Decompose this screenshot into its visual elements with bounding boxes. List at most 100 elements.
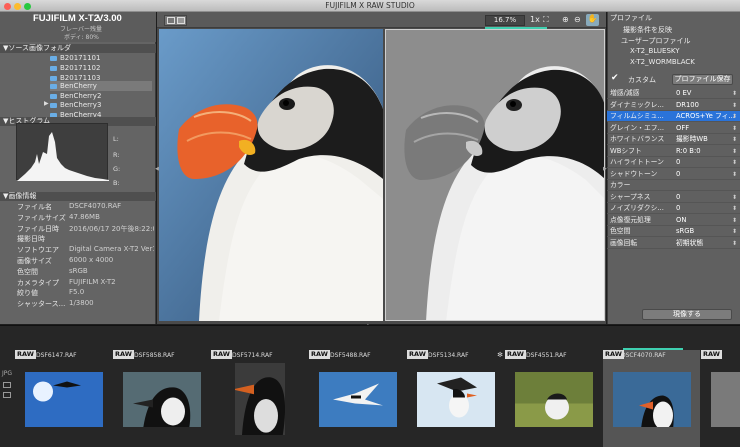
stepper-arrows-icon[interactable]: ⬍: [732, 146, 737, 157]
folder-item[interactable]: B20171101: [50, 53, 100, 63]
histogram: [16, 123, 109, 181]
window-title: FUJIFILM X RAW STUDIO: [325, 1, 415, 10]
info-value: 1/3800: [69, 299, 94, 308]
param-row[interactable]: シャドウトーン 0 ⬍: [607, 169, 740, 180]
param-value[interactable]: 0 ⬍: [676, 157, 740, 168]
param-value[interactable]: R:0 B:0 ⬍: [676, 146, 740, 157]
param-label: シャープネス: [610, 192, 651, 201]
stepper-arrows-icon[interactable]: ⬍: [732, 192, 737, 203]
param-row[interactable]: カラー: [607, 180, 740, 191]
stepper-arrows-icon[interactable]: ⬍: [732, 226, 737, 237]
left-panel-toggle[interactable]: ◀: [155, 166, 159, 172]
single-view-icon: [167, 17, 175, 24]
param-label: 点像復元処理: [610, 215, 651, 224]
param-value[interactable]: 0 ⬍: [676, 169, 740, 180]
param-value[interactable]: OFF ⬍: [676, 123, 740, 134]
info-value: FUJIFILM X-T2: [69, 277, 116, 286]
param-value-text: OFF: [676, 123, 690, 132]
zoom-in-icon[interactable]: ⊕: [562, 15, 569, 24]
info-value: 47.86MB: [69, 212, 100, 221]
param-label: WBシフト: [610, 146, 642, 155]
profile-item-bluesky[interactable]: X-T2_BLUESKY: [630, 47, 680, 55]
folder-item-selected[interactable]: BenCherry: [50, 81, 152, 91]
param-row[interactable]: ダイナミックレ... DR100 ⬍: [607, 100, 740, 111]
hand-tool-icon[interactable]: ✋: [586, 14, 599, 26]
source-folder-header[interactable]: ▼ソース画像フォルダ: [0, 44, 156, 53]
param-row[interactable]: ノイズリダクシ... 0 ⬍: [607, 203, 740, 214]
param-value-text: 撮影時WB: [676, 135, 708, 143]
image-info-header[interactable]: ▼画像情報: [0, 192, 156, 201]
stepper-arrows-icon[interactable]: ⬍: [732, 100, 737, 111]
filmstrip-thumbnail[interactable]: RAW _DSF5858.RAF: [113, 350, 210, 447]
actual-size-icon[interactable]: 1x: [530, 15, 540, 24]
stepper-arrows-icon[interactable]: ⬍: [732, 203, 737, 214]
filmstrip-thumbnail[interactable]: RAW _DSF5488.RAF: [309, 350, 406, 447]
thumbnail-filename: _DSF5134.RAF: [425, 352, 469, 359]
stepper-arrows-icon[interactable]: ⬍: [732, 215, 737, 226]
info-label: ファイルサイズ: [17, 213, 66, 222]
stepper-arrows-icon[interactable]: ⬍: [732, 123, 737, 134]
filmstrip-thumbnail[interactable]: RAW _DSF6147.RAF: [15, 350, 112, 447]
storage-icon[interactable]: [3, 392, 11, 398]
folder-item[interactable]: B20171102: [50, 63, 100, 73]
param-value[interactable]: 0 EV ⬍: [676, 88, 740, 99]
param-value[interactable]: ACROS+Ye フィ... ⬍: [676, 111, 740, 122]
thumbnail-image: [711, 372, 740, 427]
filmstrip-thumbnail[interactable]: RAW _DSF5134.RAF ✻: [407, 350, 504, 447]
preview-original-image: [159, 29, 383, 321]
param-value[interactable]: DR100 ⬍: [676, 100, 740, 111]
process-button[interactable]: 現像する: [642, 309, 732, 320]
right-panel-toggle[interactable]: ▶: [603, 166, 607, 172]
filmstrip-thumbnail[interactable]: RAW: [701, 350, 740, 447]
param-row[interactable]: フィルムシミュ... ACROS+Ye フィ... ⬍: [607, 111, 740, 122]
thumbnail-image: [515, 372, 593, 427]
stepper-arrows-icon[interactable]: ⬍: [732, 238, 737, 249]
zoom-level[interactable]: 16.7%: [485, 15, 525, 26]
preview-processed-image: [385, 29, 605, 321]
stepper-arrows-icon[interactable]: ⬍: [732, 157, 737, 168]
param-row[interactable]: 点像復元処理 ON ⬍: [607, 215, 740, 226]
disclosure-triangle-icon[interactable]: ▶: [44, 100, 49, 107]
filmstrip-thumbnail[interactable]: RAW DSCF4070.RAF: [603, 350, 700, 447]
param-row[interactable]: シャープネス 0 ⬍: [607, 192, 740, 203]
param-row[interactable]: WBシフト R:0 B:0 ⬍: [607, 146, 740, 157]
param-row[interactable]: グレイン・エフ... OFF ⬍: [607, 123, 740, 134]
param-value[interactable]: 初期状態 ⬍: [676, 238, 740, 249]
histogram-label-r: R:: [113, 151, 120, 159]
firmware-version: V3.00: [97, 13, 122, 24]
param-value-text: 0: [676, 169, 681, 178]
filmstrip-thumbnail[interactable]: RAW _DSF5714.RAF: [211, 350, 308, 447]
custom-profile[interactable]: カスタム: [628, 75, 656, 85]
param-row[interactable]: ハイライトトーン 0 ⬍: [607, 157, 740, 168]
compare-view-button[interactable]: [164, 15, 187, 26]
fit-screen-icon[interactable]: ⛶: [543, 15, 549, 25]
param-label: カラー: [610, 181, 631, 189]
param-value[interactable]: ON ⬍: [676, 215, 740, 226]
param-label: ダイナミックレ...: [610, 100, 664, 109]
param-row[interactable]: ホワイトバランス 撮影時WB ⬍: [607, 134, 740, 145]
profile-item-wormblack[interactable]: X-T2_WORMBLACK: [630, 58, 695, 66]
param-label: 画像回転: [610, 238, 638, 247]
folder-item[interactable]: BenCherry3: [50, 100, 101, 110]
save-profile-button[interactable]: プロファイル保存: [672, 74, 733, 85]
param-row[interactable]: 色空間 sRGB ⬍: [607, 226, 740, 237]
info-label: ファイル名: [17, 203, 52, 211]
stepper-arrows-icon[interactable]: ⬍: [732, 88, 737, 99]
thumbnail-filename: _DSF4551.RAF: [523, 352, 567, 359]
param-value[interactable]: 0 ⬍: [676, 192, 740, 203]
param-value[interactable]: 0 ⬍: [676, 203, 740, 214]
filmstrip-thumbnail[interactable]: RAW _DSF4551.RAF: [505, 350, 602, 447]
stepper-arrows-icon[interactable]: ⬍: [732, 169, 737, 180]
param-value-text: 0: [676, 204, 681, 212]
param-value[interactable]: 撮影時WB ⬍: [676, 134, 740, 145]
camera-icon[interactable]: [3, 382, 11, 388]
param-row[interactable]: 増感/減感 0 EV ⬍: [607, 88, 740, 99]
param-value[interactable]: sRGB ⬍: [676, 226, 740, 237]
param-value-text: ACROS+Ye フィ...: [676, 112, 735, 120]
apply-shooting-conditions[interactable]: 撮影条件を反映: [623, 25, 672, 35]
stepper-arrows-icon[interactable]: ⬍: [732, 134, 737, 145]
param-row[interactable]: 画像回転 初期状態 ⬍: [607, 238, 740, 249]
stepper-arrows-icon[interactable]: ⬍: [732, 111, 737, 122]
thumbnail-filename: _DSF5488.RAF: [327, 352, 371, 359]
zoom-out-icon[interactable]: ⊖: [574, 15, 581, 24]
